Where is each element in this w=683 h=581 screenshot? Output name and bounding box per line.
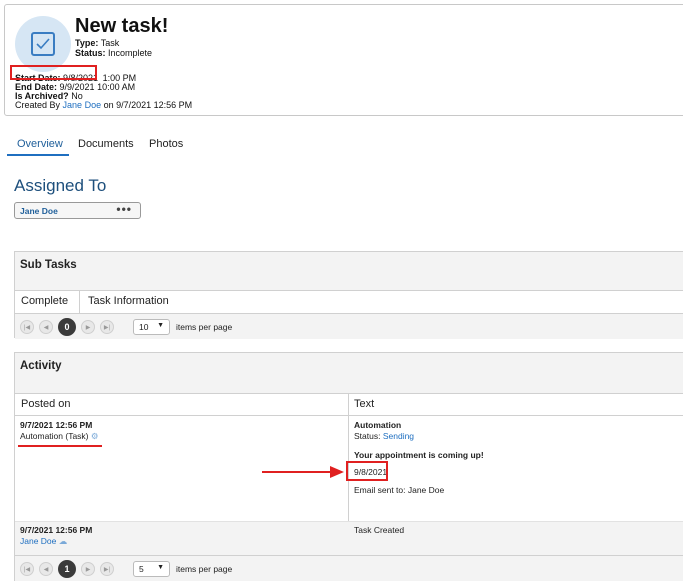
start-date-highlight: [10, 65, 97, 80]
tab-photos[interactable]: Photos: [149, 138, 183, 150]
task-title: New task!: [75, 15, 169, 37]
created-suffix: on 9/7/2021 12:56 PM: [103, 100, 193, 110]
author-underline-highlight: [18, 445, 102, 447]
subtasks-pager: |◀ ◀ 0 ▶ ▶| 10 ▼ items per page: [15, 313, 683, 339]
tab-documents[interactable]: Documents: [78, 138, 134, 150]
next-page-icon[interactable]: ▶: [81, 320, 95, 334]
items-per-page-label: items per page: [176, 322, 233, 332]
author-link[interactable]: Jane Doe: [20, 536, 56, 546]
items-per-page-label: items per page: [176, 564, 233, 574]
column-posted-on[interactable]: Posted on: [21, 398, 71, 410]
activity-title: Activity: [15, 353, 683, 394]
next-page-icon[interactable]: ▶: [81, 562, 95, 576]
task-avatar: [15, 16, 71, 72]
task-status: Status: Incomplete: [75, 48, 152, 58]
assigned-to-title: Assigned To: [14, 176, 107, 195]
assignee-chip[interactable]: Jane Doe •••: [14, 202, 141, 219]
page-size-value: 5: [139, 564, 144, 574]
task-header-card: New task! Type: Task Status: Incomplete …: [4, 4, 683, 116]
column-task-information[interactable]: Task Information: [88, 295, 169, 307]
created-by: Created By Jane Doe on 9/7/2021 12:56 PM: [15, 100, 192, 110]
tab-overview[interactable]: Overview: [17, 138, 63, 150]
last-page-icon[interactable]: ▶|: [100, 320, 114, 334]
posted-time: 9/7/2021 12:56 PM: [20, 525, 93, 535]
prev-page-icon[interactable]: ◀: [39, 562, 53, 576]
cloud-icon: ☁: [58, 536, 68, 546]
column-text[interactable]: Text: [354, 398, 374, 410]
activity-row-2: 9/7/2021 12:56 PM Jane Doe ☁: [20, 525, 92, 547]
type-label: Type:: [75, 38, 99, 48]
activity-message-text: Your appointment is coming up!: [354, 450, 484, 460]
activity-row-1: 9/7/2021 12:56 PM Automation (Task) ⚙: [20, 420, 99, 442]
activity-text-title: Automation: [354, 420, 402, 430]
author-link[interactable]: Automation (Task): [20, 431, 89, 441]
type-value: Task: [100, 38, 120, 48]
status-label: Status:: [75, 48, 106, 58]
activity-status-link[interactable]: Sending: [383, 431, 414, 441]
activity-message: Your appointment is coming up!: [354, 450, 484, 461]
page-size-select[interactable]: 5 ▼: [133, 561, 170, 577]
activity-status-label: Status:: [354, 431, 381, 441]
activity-pager: |◀ ◀ 1 ▶ ▶| 5 ▼ items per page: [15, 555, 683, 581]
activity-text-2: Task Created: [354, 525, 405, 535]
created-prefix: Created By: [15, 100, 61, 110]
activity-email: Email sent to: Jane Doe: [354, 485, 445, 495]
dropdown-caret-icon: ▼: [157, 564, 164, 571]
page-size-value: 10: [139, 322, 149, 332]
gears-icon: ⚙: [90, 431, 99, 441]
subtasks-grid: Sub Tasks Complete Task Information |◀ ◀…: [14, 251, 683, 339]
last-page-icon[interactable]: ▶|: [100, 562, 114, 576]
first-page-icon[interactable]: |◀: [20, 562, 34, 576]
page-size-select[interactable]: 10 ▼: [133, 319, 170, 335]
more-options-icon[interactable]: •••: [116, 202, 132, 216]
dropdown-caret-icon: ▼: [157, 322, 164, 329]
prev-page-icon[interactable]: ◀: [39, 320, 53, 334]
current-page[interactable]: 1: [58, 560, 76, 578]
date-highlight: [346, 461, 388, 481]
created-by-link[interactable]: Jane Doe: [63, 100, 102, 110]
first-page-icon[interactable]: |◀: [20, 320, 34, 334]
assignee-name[interactable]: Jane Doe: [20, 206, 58, 216]
header-divider: [15, 415, 683, 416]
activity-text-1: Automation Status: Sending: [354, 420, 414, 442]
column-complete[interactable]: Complete: [21, 295, 68, 307]
active-tab-indicator: [7, 154, 69, 156]
arrow-right-icon: [262, 466, 344, 478]
task-type: Type: Task: [75, 38, 119, 48]
column-divider: [79, 291, 80, 313]
checkbox-icon: [31, 32, 55, 56]
posted-time: 9/7/2021 12:56 PM: [20, 420, 93, 430]
status-value: Incomplete: [108, 48, 153, 58]
subtasks-title: Sub Tasks: [15, 252, 683, 291]
current-page[interactable]: 0: [58, 318, 76, 336]
